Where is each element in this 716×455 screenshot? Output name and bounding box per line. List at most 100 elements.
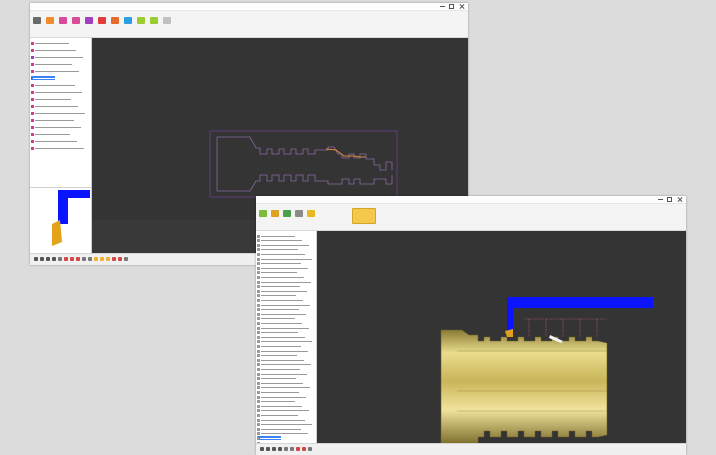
ribbon-tool-button[interactable] — [124, 17, 132, 24]
ribbon-tool-button[interactable] — [46, 17, 54, 24]
tree-item[interactable] — [257, 404, 302, 408]
tree-item[interactable] — [31, 146, 84, 150]
tree-item[interactable] — [257, 289, 307, 293]
tree-item[interactable] — [257, 243, 309, 247]
ribbon-tool-button[interactable] — [85, 17, 93, 24]
status-tool-button[interactable] — [34, 257, 38, 261]
ribbon-tool-button[interactable] — [98, 17, 106, 24]
tree-item[interactable] — [257, 271, 297, 275]
status-tool-button[interactable] — [46, 257, 50, 261]
tree-item[interactable] — [257, 326, 309, 330]
status-tool-button[interactable] — [94, 257, 98, 261]
status-tool-button[interactable] — [64, 257, 68, 261]
tree-item[interactable] — [257, 427, 301, 431]
tree-item[interactable] — [257, 344, 301, 348]
tree-item[interactable] — [257, 432, 308, 436]
tree-item[interactable] — [257, 234, 295, 238]
status-tool-button[interactable] — [302, 447, 306, 451]
tree-item[interactable] — [31, 48, 76, 52]
tree-item[interactable] — [257, 257, 312, 261]
tree-item[interactable] — [257, 418, 305, 422]
status-tool-button[interactable] — [70, 257, 74, 261]
tree-item[interactable] — [257, 390, 299, 394]
status-tool-button[interactable] — [100, 257, 104, 261]
ribbon-tool-button[interactable] — [295, 210, 303, 217]
tree-item[interactable] — [31, 55, 83, 59]
tree-item[interactable] — [257, 252, 305, 256]
status-tool-button[interactable] — [308, 447, 312, 451]
status-tool-button[interactable] — [76, 257, 80, 261]
tree-item[interactable] — [257, 354, 297, 358]
close-button[interactable] — [458, 4, 465, 9]
tree-item[interactable] — [257, 395, 306, 399]
status-tool-button[interactable] — [118, 257, 122, 261]
tree-item[interactable] — [257, 381, 303, 385]
tree-item[interactable] — [257, 266, 308, 270]
tree-item[interactable] — [257, 409, 309, 413]
ribbon-tool-button[interactable] — [283, 210, 291, 217]
status-tool-button[interactable] — [52, 257, 56, 261]
tree-item[interactable] — [257, 285, 300, 289]
ribbon-tool-button[interactable] — [137, 17, 145, 24]
status-tool-button[interactable] — [290, 447, 294, 451]
tree-item[interactable] — [31, 139, 77, 143]
tree-item[interactable] — [31, 41, 69, 45]
tree-item[interactable] — [257, 340, 312, 344]
tree-item[interactable] — [257, 386, 310, 390]
tree-item[interactable] — [31, 76, 55, 80]
tree-item[interactable] — [31, 97, 71, 101]
tree-item[interactable] — [257, 308, 299, 312]
tree-item[interactable] — [31, 90, 82, 94]
tree-item[interactable] — [31, 104, 78, 108]
tree-item[interactable] — [257, 321, 302, 325]
minimize-button[interactable] — [657, 197, 664, 202]
tree-item[interactable] — [257, 335, 305, 339]
ribbon-tool-button[interactable] — [271, 210, 279, 217]
close-button[interactable] — [676, 197, 683, 202]
tree-item[interactable] — [257, 294, 296, 298]
tree-item[interactable] — [257, 367, 300, 371]
tree-item[interactable] — [31, 62, 72, 66]
tree-item[interactable] — [257, 377, 296, 381]
run-simulation-button[interactable] — [352, 208, 376, 224]
minimize-button[interactable] — [439, 4, 446, 9]
tree-item[interactable] — [257, 280, 311, 284]
status-tool-button[interactable] — [266, 447, 270, 451]
tree-item[interactable] — [257, 413, 298, 417]
status-tool-button[interactable] — [284, 447, 288, 451]
ribbon-tool-button[interactable] — [163, 17, 171, 24]
ribbon-tool-button[interactable] — [59, 17, 67, 24]
tree-item[interactable] — [257, 349, 308, 353]
tree-item[interactable] — [257, 239, 302, 243]
tree-item[interactable] — [257, 331, 298, 335]
ribbon-tool-button[interactable] — [33, 17, 41, 24]
tree-item[interactable] — [257, 317, 295, 321]
tree-item[interactable] — [257, 358, 304, 362]
3d-viewport[interactable] — [317, 231, 686, 444]
tree-item[interactable] — [31, 132, 70, 136]
status-tool-button[interactable] — [58, 257, 62, 261]
ribbon-tool-button[interactable] — [259, 210, 267, 217]
ribbon-tool-button[interactable] — [307, 210, 315, 217]
tree-item[interactable] — [257, 275, 304, 279]
status-tool-button[interactable] — [106, 257, 110, 261]
tree-item[interactable] — [31, 83, 75, 87]
status-tool-button[interactable] — [296, 447, 300, 451]
status-tool-button[interactable] — [260, 447, 264, 451]
tree-item[interactable] — [31, 69, 79, 73]
tree-item[interactable] — [31, 125, 81, 129]
ribbon-tool-button[interactable] — [150, 17, 158, 24]
maximize-button[interactable] — [666, 197, 673, 202]
tree-item[interactable] — [257, 262, 301, 266]
tree-item[interactable] — [31, 118, 74, 122]
tree-item[interactable] — [257, 303, 310, 307]
status-tool-button[interactable] — [112, 257, 116, 261]
status-tool-button[interactable] — [124, 257, 128, 261]
maximize-button[interactable] — [448, 4, 455, 9]
tree-item[interactable] — [257, 312, 306, 316]
tree-item[interactable] — [257, 372, 307, 376]
tree-item[interactable] — [257, 298, 303, 302]
ribbon-tool-button[interactable] — [111, 17, 119, 24]
status-tool-button[interactable] — [88, 257, 92, 261]
status-tool-button[interactable] — [278, 447, 282, 451]
